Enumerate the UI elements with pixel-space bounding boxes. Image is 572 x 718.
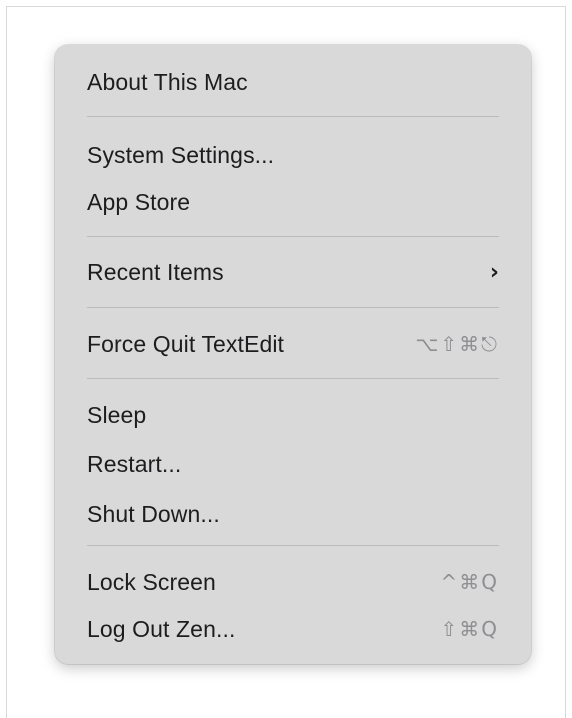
menu-separator: [87, 378, 499, 379]
menu-item-force-quit[interactable]: Force Quit TextEdit ⌥⇧⌘⎋: [87, 324, 499, 364]
menu-item-label: About This Mac: [87, 68, 248, 95]
menu-item-restart[interactable]: Restart...: [87, 444, 499, 484]
menu-item-shut-down[interactable]: Shut Down...: [87, 494, 499, 534]
menu-separator: [87, 545, 499, 546]
chevron-right-icon: ›: [489, 259, 499, 285]
menu-item-label: Log Out Zen...: [87, 615, 236, 642]
menu-item-label: Force Quit TextEdit: [87, 330, 285, 357]
menu-item-label: Shut Down...: [87, 500, 220, 527]
keyboard-shortcut: ⇧⌘Q: [440, 617, 499, 641]
menu-item-label: Recent Items: [87, 258, 224, 285]
apple-menu: About This Mac System Settings... App St…: [55, 45, 531, 664]
menu-item-sleep[interactable]: Sleep: [87, 395, 499, 435]
keyboard-shortcut: ⌥⇧⌘⎋: [415, 332, 499, 356]
menu-separator: [87, 236, 499, 237]
menu-item-label: Lock Screen: [87, 568, 216, 595]
menu-item-recent-items[interactable]: Recent Items ›: [87, 252, 499, 292]
menu-item-label: Sleep: [87, 401, 147, 428]
menu-item-label: Restart...: [87, 450, 182, 477]
menu-separator: [87, 307, 499, 308]
menu-item-system-settings[interactable]: System Settings...: [87, 135, 499, 175]
menu-item-lock-screen[interactable]: Lock Screen ^⌘Q: [87, 562, 499, 602]
menu-item-label: App Store: [87, 188, 191, 215]
menu-item-app-store[interactable]: App Store: [87, 182, 499, 222]
keyboard-shortcut: ^⌘Q: [440, 570, 499, 594]
menu-item-about-this-mac[interactable]: About This Mac: [87, 62, 499, 102]
menu-item-log-out[interactable]: Log Out Zen... ⇧⌘Q: [87, 609, 499, 649]
menu-item-label: System Settings...: [87, 141, 275, 168]
menu-separator: [87, 116, 499, 117]
